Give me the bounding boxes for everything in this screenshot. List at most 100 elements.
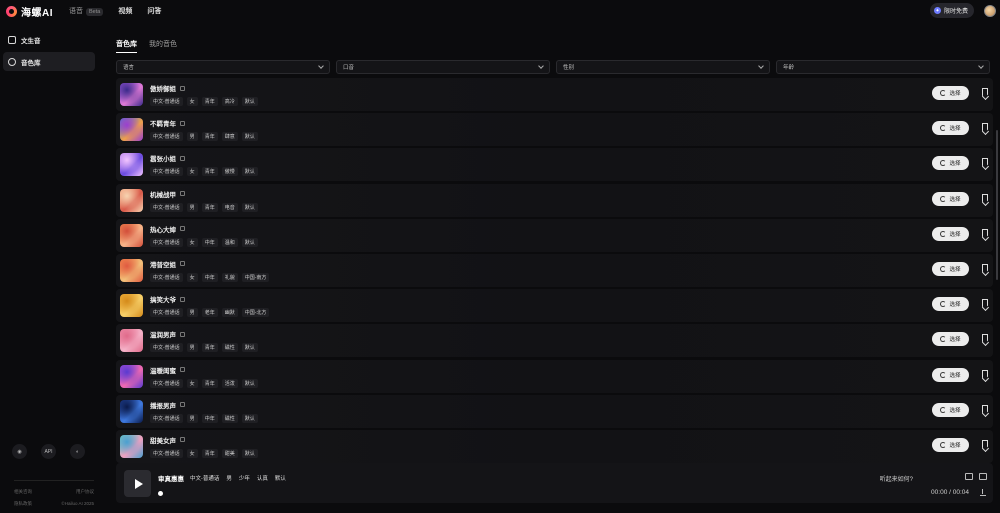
download-icon[interactable] [980,489,986,496]
bookmark-icon[interactable] [982,88,988,97]
bookmark-icon[interactable] [982,369,988,379]
voice-tag: 女 [186,167,198,177]
bookmark-icon[interactable] [982,404,988,414]
voice-row[interactable]: 傲娇御姐 中文-普通话女青年 高冷 默认 选择 [116,78,993,111]
voice-row[interactable]: 港普空姐 中文-普通话女中年 礼貌 中国-南方 选择 [116,253,993,287]
voice-tag: 中年 [201,237,218,247]
thumbs-down-icon[interactable] [979,473,987,480]
copy-icon[interactable] [180,402,185,408]
filter-language[interactable]: 语言 [116,60,330,74]
voice-row[interactable]: 热心大婶 中文-普通话女中年 温和 默认 选择 [116,218,993,252]
link-consult[interactable]: 相关咨询 [14,489,32,495]
select-button[interactable]: 选择 [932,191,969,206]
voice-row[interactable]: 甜美女声 中文-普通话女青年 甜美 默认 选择 [116,429,993,463]
refresh-icon [940,265,947,272]
filter-age[interactable]: 年龄 [776,60,990,74]
voice-tag: 中文-普通话 [150,308,183,318]
nav-item-qa[interactable]: 问答 [147,6,161,16]
copy-icon[interactable] [180,155,185,161]
bookmark-icon[interactable] [982,123,988,133]
voice-row[interactable]: 不羁青年 中文-普通话男青年 肆意 默认 选择 [116,113,993,147]
copy-icon[interactable] [180,120,185,126]
bookmark-icon[interactable] [982,158,988,168]
logo[interactable]: 海螺AI [6,4,66,19]
bookmark-icon[interactable] [982,193,988,203]
voice-tag: 默认 [241,343,258,353]
sidebar-item-label: 文生音 [21,37,41,45]
player-tag: 少年 [238,476,250,482]
filter-label: 语言 [123,65,135,71]
copy-icon[interactable] [180,85,185,91]
voice-row[interactable]: 温暖闺蜜 中文-普通话女青年 活泼 默认 选择 [116,359,993,393]
free-offer-button[interactable]: ✦ 限时免费 [929,3,974,18]
nav-item-voice-label: 语音 [69,8,83,15]
bookmark-icon[interactable] [982,334,988,344]
play-button[interactable] [124,470,151,497]
voice-tag: 电音 [221,202,238,212]
progress-bar[interactable] [158,491,858,496]
voice-tag: 中文-普通话 [150,167,183,177]
tab-voice-library[interactable]: 音色库 [116,39,137,53]
select-button[interactable]: 选择 [932,121,969,136]
voice-tag: 傲慢 [221,167,238,177]
select-button[interactable]: 选择 [932,226,969,241]
copy-icon[interactable] [180,191,185,197]
filter-gender[interactable]: 性别 [556,60,770,74]
link-user-agreement[interactable]: 用户协议 [76,489,94,495]
sidebar-item-voice-library[interactable]: 音色库 [3,52,95,71]
nav-item-voice[interactable]: 语音 Beta [69,6,104,16]
progress-knob[interactable] [158,491,163,496]
copy-icon[interactable] [180,261,185,267]
main-nav: 语音 Beta 视频 问答 [69,6,176,16]
copy-icon[interactable] [180,367,185,372]
voice-thumbnail [120,294,143,318]
tabs: 音色库 我的音色 [116,39,189,53]
bookmark-icon[interactable] [982,228,988,238]
link-privacy[interactable]: 隐私政策 [14,501,32,507]
voice-row[interactable]: 嚣张小姐 中文-普通话女青年 傲慢 默认 选择 [116,148,993,182]
thumbs-up-icon[interactable] [965,473,973,480]
select-button[interactable]: 选择 [932,402,969,417]
filter-accent[interactable]: 口音 [336,60,550,74]
voice-tag: 女 [186,448,198,458]
avatar[interactable] [984,4,996,17]
select-button[interactable]: 选择 [932,86,969,100]
sidebar-item-text-to-audio[interactable]: 文生音 [3,30,95,49]
scrollbar[interactable] [996,130,998,280]
voice-tag: 默认 [241,378,258,388]
nav-item-video[interactable]: 视频 [118,6,132,16]
copy-icon[interactable] [180,437,185,443]
voice-row[interactable]: 播报男声 中文-普通话男中年 磁性 默认 选择 [116,394,993,428]
voice-thumbnail [120,153,143,177]
voice-row[interactable]: 机械战甲 中文-普通话男青年 电音 默认 选择 [116,183,993,217]
bookmark-icon[interactable] [982,439,988,449]
bookmark-icon[interactable] [982,263,988,273]
copy-icon[interactable] [180,296,185,302]
select-button[interactable]: 选择 [932,261,969,276]
voice-name: 机械战甲 [150,191,176,199]
voice-info: 温暖闺蜜 中文-普通话女青年 活泼 默认 [150,365,262,388]
voice-row[interactable]: 搞笑大爷 中文-普通话男老年 幽默 中国-北方 选择 [116,289,993,323]
api-icon[interactable]: API [41,444,56,459]
select-button[interactable]: 选择 [932,297,969,312]
select-button[interactable]: 选择 [932,156,969,171]
tab-my-voices[interactable]: 我的音色 [149,39,177,53]
voice-row[interactable]: 温润男声 中文-普通话男青年 磁性 默认 选择 [116,324,993,358]
select-button[interactable]: 选择 [932,367,969,382]
voice-thumbnail [120,364,143,388]
bookmark-icon[interactable] [982,299,988,309]
select-button[interactable]: 选择 [932,332,969,347]
gift-icon: ✦ [933,7,941,14]
voice-tag: 男 [186,132,198,142]
copy-icon[interactable] [180,331,185,337]
select-button[interactable]: 选择 [932,437,969,452]
sidebar-bottom-icons: ◉ API ◐ [12,444,99,459]
audio-player: 审真惠惠 中文-普通话 男 少年 认真 默认 听起来如何? 00:00 / 00… [116,463,993,503]
copy-icon[interactable] [180,226,185,232]
top-bar: 海螺AI 语音 Beta 视频 问答 ✦ 限时免费 [0,0,1000,22]
voice-tag: 女 [186,97,198,106]
voice-name: 温暖闺蜜 [150,367,176,375]
discord-icon[interactable]: ◉ [12,444,27,459]
theme-icon[interactable]: ◐ [70,444,85,459]
filter-label: 年龄 [783,65,795,71]
